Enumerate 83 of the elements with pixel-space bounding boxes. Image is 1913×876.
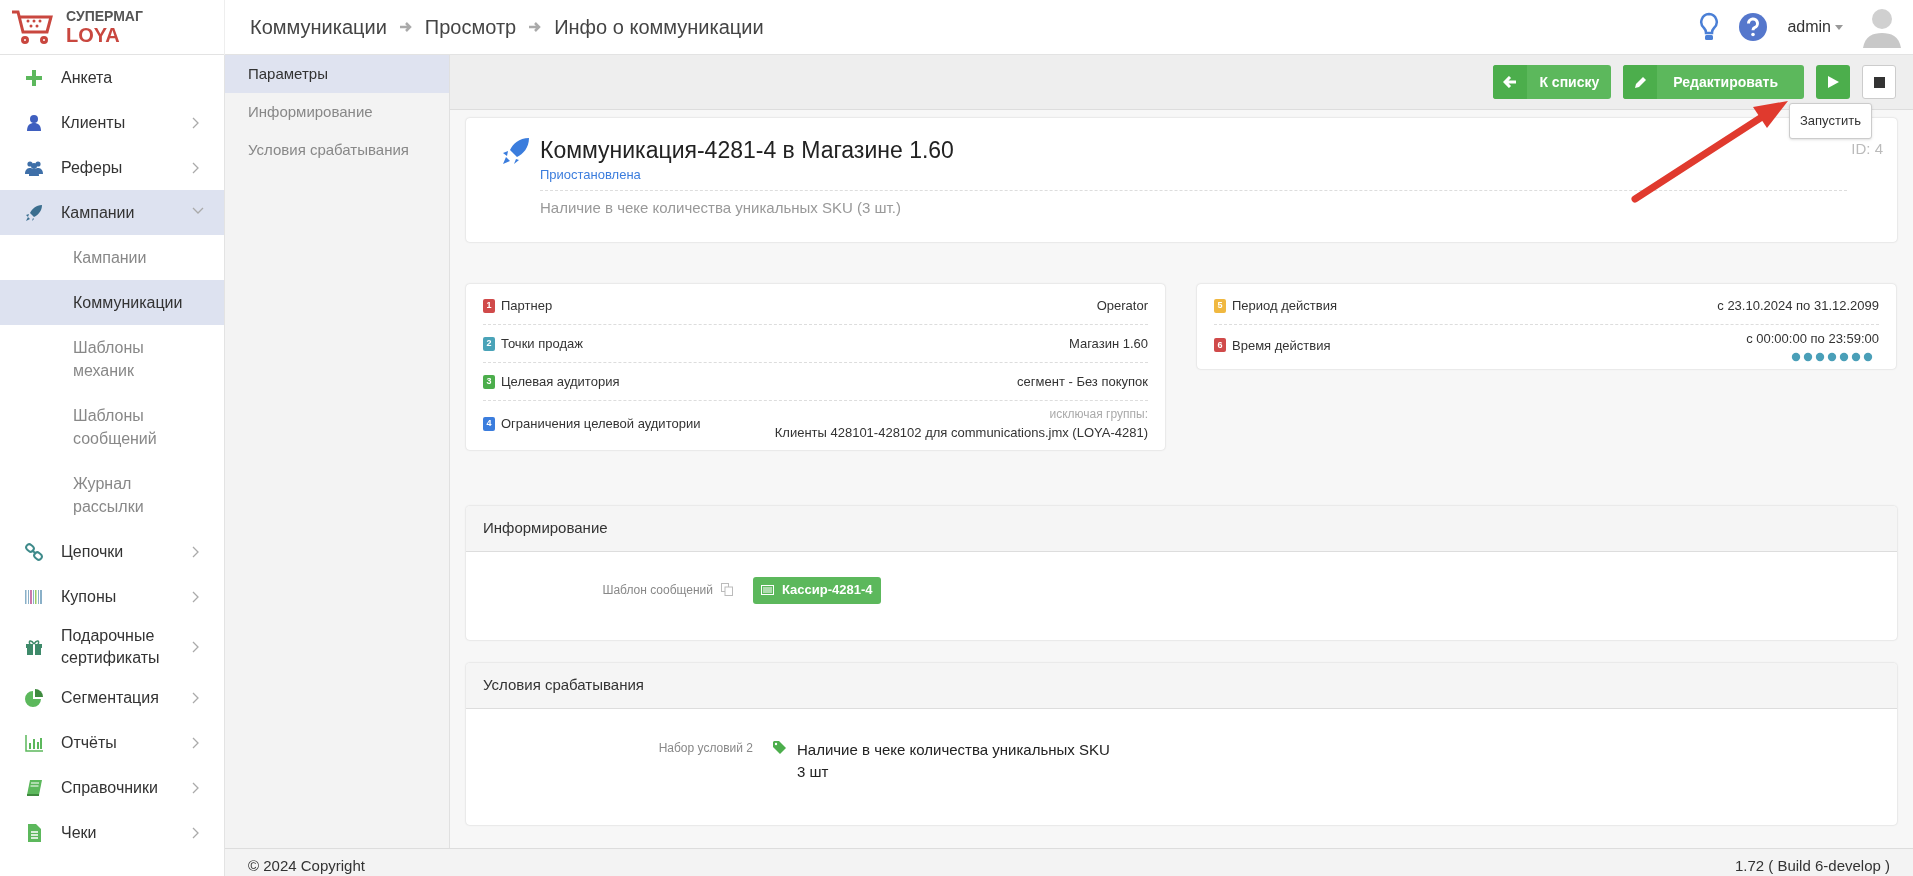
param-label: Партнер <box>501 296 553 315</box>
arrow-right-icon <box>398 21 413 33</box>
arrow-left-icon <box>1503 76 1518 88</box>
submenu-item[interactable]: Кампании <box>0 235 224 280</box>
chain-icon <box>25 542 43 561</box>
number-badge: 6 <box>1214 338 1226 353</box>
param-label: Целевая аудитория <box>501 372 620 391</box>
id-label: ID: 4 <box>1851 139 1883 159</box>
brand-logo: LOYA <box>66 25 121 45</box>
section-title: Информирование <box>483 517 608 538</box>
cart-icon <box>10 9 54 45</box>
caret-icon <box>1835 24 1843 30</box>
number-badge: 5 <box>1214 298 1226 313</box>
communication-title: Коммуникация-4281-4 в Магазине 1.60 <box>540 136 955 165</box>
breadcrumb-link[interactable]: Коммуникации <box>250 12 387 42</box>
play-icon <box>1827 76 1839 88</box>
pie-chart-icon <box>25 688 43 707</box>
list-icon <box>761 585 774 595</box>
breadcrumb-link[interactable]: Просмотр <box>424 12 517 42</box>
document-icon <box>25 823 43 842</box>
param-label: Время действия <box>1232 336 1331 355</box>
avatar-icon <box>1863 6 1901 48</box>
sidebar-item[interactable]: Отчёты <box>0 720 224 765</box>
sidebar-item[interactable]: Купоны <box>0 574 224 619</box>
bar-chart-icon <box>25 733 43 752</box>
number-badge: 3 <box>483 374 495 389</box>
sidebar-item[interactable]: Реферы <box>0 145 224 190</box>
submenu-item[interactable]: Журнал рассылки <box>0 461 224 529</box>
sidebar-item[interactable]: Чеки <box>0 810 224 855</box>
param-value: сегмент - Без покупок <box>1017 372 1148 391</box>
submenu-item[interactable]: Шаблоны сообщений <box>0 393 224 461</box>
param-label: Ограничения целевой аудитории <box>501 415 701 433</box>
param-value: с 00:00:00 по 23:59:00 <box>1746 330 1879 348</box>
rocket-icon <box>25 203 43 222</box>
barcode-icon <box>25 587 43 606</box>
number-badge: 2 <box>483 336 495 351</box>
person-icon <box>25 113 43 132</box>
number-badge: 4 <box>483 416 495 431</box>
param-value: Магазин 1.60 <box>1068 334 1148 353</box>
param-label: Период действия <box>1232 296 1337 315</box>
breadcrumb-link[interactable]: Инфо о коммуникации <box>554 12 764 42</box>
pencil-icon <box>1633 75 1647 89</box>
help-icon <box>1739 13 1768 41</box>
sidebar-item[interactable]: Клиенты <box>0 100 224 145</box>
sidebar-item[interactable]: Сегментация <box>0 675 224 720</box>
sidebar-item[interactable]: Анкета <box>0 55 224 100</box>
gift-icon <box>25 638 43 656</box>
sidebar-item[interactable]: Подарочные сертификаты <box>0 619 224 675</box>
status-link[interactable]: Приостановлена <box>540 166 1847 184</box>
param-value: Operator <box>1096 296 1148 315</box>
condition-detail: 3 шт <box>797 761 830 782</box>
submenu-item[interactable]: Шаблоны механик <box>0 325 224 393</box>
rocket-icon <box>501 136 531 166</box>
param-label: Точки продаж <box>501 334 583 353</box>
submenu-item[interactable]: Коммуникации <box>0 280 224 325</box>
description-text: Наличие в чеке количества уникальных SKU (3 шт.) <box>540 190 1847 220</box>
tooltip: Запустить <box>1789 103 1872 139</box>
lightbulb-icon <box>1699 12 1720 42</box>
section-title: Условия срабатывания <box>483 674 644 695</box>
number-badge: 1 <box>483 298 495 313</box>
section-link[interactable]: Параметры <box>225 55 449 93</box>
tag-icon <box>773 740 786 754</box>
sidebar-item[interactable]: Справочники <box>0 765 224 810</box>
condition-text: Наличие в чеке количества уникальных SKU <box>797 739 1110 760</box>
field-label: Шаблон сообщений <box>602 581 713 599</box>
sidebar-item[interactable]: Цепочки <box>0 529 224 574</box>
field-label: Набор условий 2 <box>657 739 754 757</box>
brand-name: СУПЕРМАГ <box>66 9 143 23</box>
arrow-right-icon <box>528 21 543 33</box>
param-value: Клиенты 428101-428102 для communications.jmx (LOYA-4281) <box>774 424 1148 442</box>
copyright-text: © 2024 Copyright <box>248 856 365 876</box>
version-text: 1.72 ( Build 6-develop ) <box>1734 856 1890 876</box>
param-value: с 23.10.2024 по 31.12.2099 <box>1717 296 1879 315</box>
book-icon <box>25 778 43 797</box>
stop-button[interactable] <box>1862 65 1896 99</box>
play-button[interactable] <box>1816 65 1850 99</box>
stop-icon <box>1873 76 1885 88</box>
param-note: исключая группы: <box>1049 406 1148 423</box>
copy-icon <box>721 583 733 596</box>
plus-icon <box>25 68 43 87</box>
people-icon <box>25 158 43 177</box>
user-menu[interactable]: admin <box>1787 15 1843 39</box>
sidebar-item[interactable]: Кампании <box>0 190 224 235</box>
